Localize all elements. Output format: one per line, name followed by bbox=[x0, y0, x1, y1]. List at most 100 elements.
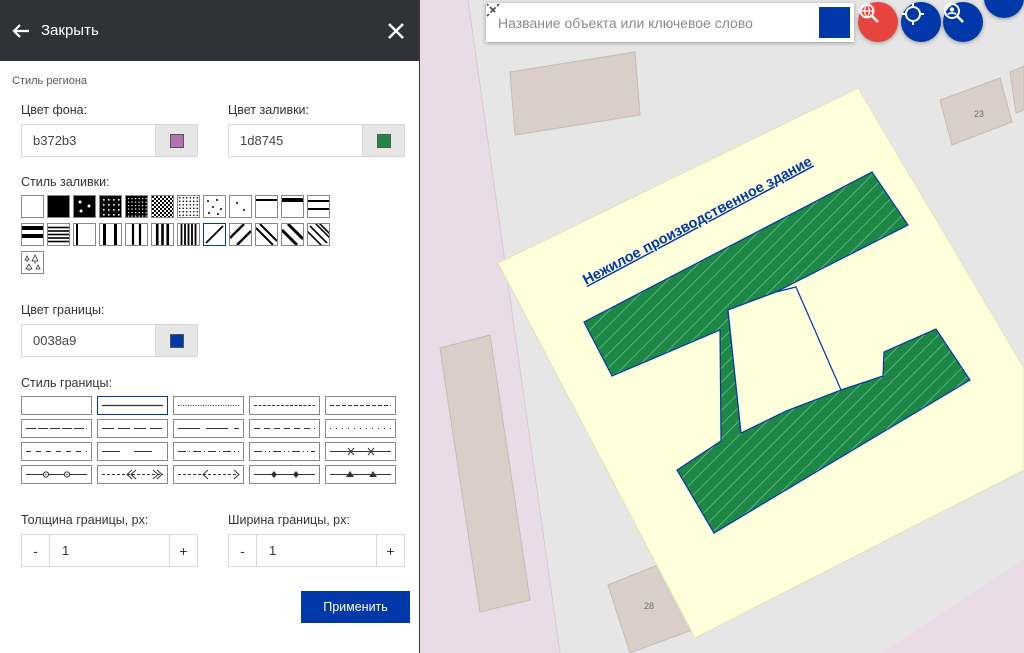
fill-color-picker-button[interactable] bbox=[362, 125, 404, 156]
fill-pattern-row bbox=[21, 223, 381, 246]
building-number-23: 23 bbox=[974, 109, 984, 119]
global-search-button[interactable] bbox=[858, 2, 898, 42]
border-pattern-cross-line[interactable] bbox=[325, 442, 396, 461]
fill-pattern-line-mid[interactable] bbox=[307, 195, 330, 218]
fill-pattern-diag-single[interactable] bbox=[203, 223, 226, 246]
fill-pattern-dots-two[interactable] bbox=[229, 195, 252, 218]
border-pattern-dashed[interactable] bbox=[325, 396, 396, 415]
fill-pattern-lines-v-4[interactable] bbox=[151, 223, 174, 246]
thickness-label: Толщина границы, px: bbox=[21, 513, 149, 527]
fill-pattern-lines-v-dense[interactable] bbox=[177, 223, 200, 246]
border-pattern-solid-thin[interactable] bbox=[21, 396, 92, 415]
border-pattern-solid[interactable] bbox=[97, 396, 168, 415]
width-stepper: - 1 + bbox=[228, 534, 405, 567]
fill-pattern-empty[interactable] bbox=[21, 195, 44, 218]
fill-pattern-diag-dense[interactable] bbox=[307, 223, 330, 246]
border-pattern-row bbox=[21, 419, 396, 438]
thickness-increment-button[interactable]: + bbox=[169, 535, 197, 566]
border-pattern-dash-medium[interactable] bbox=[249, 419, 320, 438]
close-icon[interactable] bbox=[385, 20, 407, 42]
style-panel: Закрыть Стиль региона Цвет фона: Цвет за… bbox=[0, 0, 420, 653]
thickness-stepper: - 1 + bbox=[21, 534, 198, 567]
width-value[interactable]: 1 bbox=[257, 535, 376, 566]
fill-pattern-dots-sparse[interactable] bbox=[203, 195, 226, 218]
fill-pattern-diag-back[interactable] bbox=[255, 223, 278, 246]
fill-pattern-lines-h[interactable] bbox=[47, 223, 70, 246]
fill-pattern-line-left[interactable] bbox=[73, 223, 96, 246]
section-title: Стиль региона bbox=[12, 75, 88, 87]
fill-pattern-line-top[interactable] bbox=[255, 195, 278, 218]
locate-button[interactable] bbox=[901, 2, 941, 42]
border-pattern-dash-dot-dot[interactable] bbox=[249, 442, 320, 461]
border-pattern-row bbox=[21, 465, 396, 484]
fill-pattern-grid-dots[interactable] bbox=[125, 195, 148, 218]
fill-pattern-solid[interactable] bbox=[47, 195, 70, 218]
bg-color-swatch bbox=[169, 133, 184, 148]
search-button[interactable] bbox=[486, 3, 850, 38]
border-pattern-dash-dot[interactable] bbox=[173, 442, 244, 461]
building-number-28: 28 bbox=[644, 601, 654, 611]
border-color-label: Цвет границы: bbox=[21, 303, 105, 317]
fill-pattern-lines-v-3[interactable] bbox=[125, 223, 148, 246]
border-style-grid bbox=[21, 396, 396, 488]
fill-pattern-diag-double[interactable] bbox=[229, 223, 252, 246]
border-pattern-row bbox=[21, 442, 396, 461]
border-color-swatch bbox=[169, 333, 184, 348]
border-pattern-arrow-left[interactable] bbox=[173, 465, 244, 484]
border-pattern-long-dash-wide[interactable] bbox=[97, 442, 168, 461]
border-pattern-circle-line[interactable] bbox=[21, 465, 92, 484]
fill-pattern-dots-large[interactable] bbox=[73, 195, 96, 218]
width-decrement-button[interactable]: - bbox=[229, 535, 257, 566]
border-pattern-dash-short-spaced[interactable] bbox=[21, 442, 92, 461]
thickness-value[interactable]: 1 bbox=[50, 535, 169, 566]
fill-pattern-trees[interactable] bbox=[21, 251, 44, 274]
apply-button[interactable]: Применить bbox=[301, 591, 410, 623]
road-bottom bbox=[880, 560, 1024, 653]
border-color-picker-button[interactable] bbox=[155, 325, 197, 356]
border-color-field bbox=[21, 324, 198, 357]
border-pattern-diamond-line[interactable] bbox=[249, 465, 320, 484]
bg-color-label: Цвет фона: bbox=[21, 103, 88, 117]
search-box bbox=[486, 3, 854, 42]
bg-color-input[interactable] bbox=[22, 125, 155, 156]
fill-pattern-lines-h-thick[interactable] bbox=[21, 223, 44, 246]
clear-icon[interactable] bbox=[486, 3, 819, 38]
building bbox=[509, 51, 641, 136]
fill-color-field bbox=[228, 124, 405, 157]
border-color-input[interactable] bbox=[22, 325, 155, 356]
border-pattern-long-dash[interactable] bbox=[21, 419, 92, 438]
back-arrow-icon[interactable] bbox=[12, 21, 32, 41]
fill-pattern-checker[interactable] bbox=[151, 195, 174, 218]
border-pattern-row bbox=[21, 396, 396, 415]
fill-style-label: Стиль заливки: bbox=[21, 175, 110, 189]
bg-color-picker-button[interactable] bbox=[155, 125, 197, 156]
fill-pattern-lines-v-2[interactable] bbox=[99, 223, 122, 246]
border-pattern-dotted[interactable] bbox=[173, 396, 244, 415]
border-pattern-dash-gap[interactable] bbox=[97, 419, 168, 438]
fill-color-swatch bbox=[376, 133, 391, 148]
fill-pattern-row bbox=[21, 195, 381, 218]
width-label: Ширина границы, px: bbox=[228, 513, 350, 527]
fill-pattern-row bbox=[21, 251, 381, 274]
border-pattern-dots-spaced[interactable] bbox=[325, 419, 396, 438]
fill-pattern-diag-back-thick[interactable] bbox=[281, 223, 304, 246]
fill-style-grid bbox=[21, 195, 381, 279]
building bbox=[1009, 65, 1024, 114]
border-pattern-long-dash-gap[interactable] bbox=[173, 419, 244, 438]
thickness-decrement-button[interactable]: - bbox=[22, 535, 50, 566]
fill-pattern-dots-dense[interactable] bbox=[99, 195, 122, 218]
search-input[interactable] bbox=[486, 3, 793, 42]
user-search-button[interactable] bbox=[943, 2, 983, 42]
border-pattern-dashed-fine[interactable] bbox=[249, 396, 320, 415]
fill-color-input[interactable] bbox=[229, 125, 362, 156]
fill-pattern-line-top-thick[interactable] bbox=[281, 195, 304, 218]
bg-color-field bbox=[21, 124, 198, 157]
border-pattern-double-arrow-left[interactable] bbox=[97, 465, 168, 484]
panel-header: Закрыть bbox=[0, 0, 419, 61]
close-link[interactable]: Закрыть bbox=[41, 22, 99, 39]
width-increment-button[interactable]: + bbox=[376, 535, 404, 566]
fill-color-label: Цвет заливки: bbox=[228, 103, 310, 117]
border-style-label: Стиль границы: bbox=[21, 376, 112, 390]
fill-pattern-dots-fine[interactable] bbox=[177, 195, 200, 218]
border-pattern-triangle-line[interactable] bbox=[325, 465, 396, 484]
